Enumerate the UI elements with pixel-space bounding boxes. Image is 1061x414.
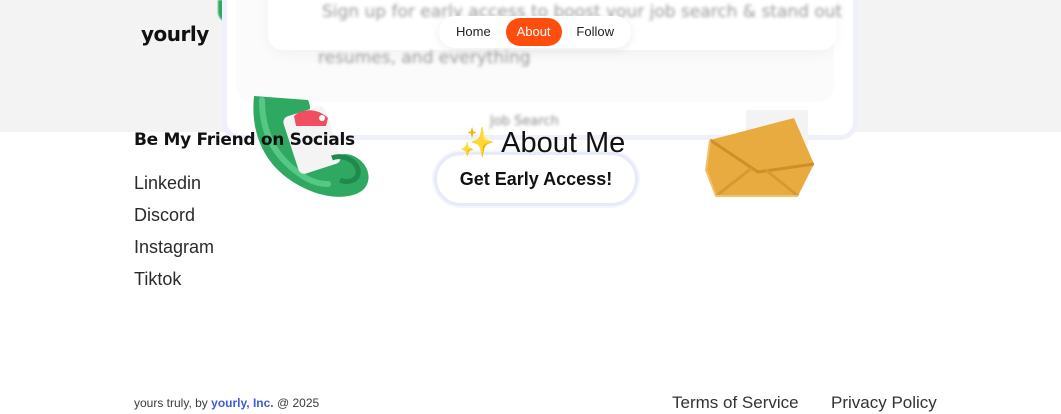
envelope-illustration [704, 110, 815, 198]
background-text: resumes, and everything [318, 48, 531, 68]
get-early-access-button[interactable]: Get Early Access! [434, 152, 638, 206]
footer-prefix: yours truly, by [134, 396, 208, 410]
terms-of-service-link[interactable]: Terms of Service [672, 393, 799, 413]
top-nav: Home About Follow [439, 16, 631, 48]
social-link-linkedin[interactable]: Linkedin [134, 173, 201, 194]
social-link-instagram[interactable]: Instagram [134, 237, 214, 258]
footer-brand-link[interactable]: yourly, Inc. [211, 396, 273, 410]
about-title-text: About Me [501, 127, 626, 159]
privacy-policy-link[interactable]: Privacy Policy [831, 393, 937, 413]
social-link-tiktok[interactable]: Tiktok [134, 269, 181, 290]
logo[interactable]: yourly [141, 22, 209, 46]
footer-suffix: @ 2025 [276, 396, 320, 410]
socials-heading: Be My Friend on Socials [134, 130, 355, 150]
nav-about[interactable]: About [505, 18, 562, 46]
sparkles-icon: ✨ [459, 127, 496, 159]
social-link-discord[interactable]: Discord [134, 205, 195, 226]
about-heading: ✨ About Me [459, 126, 625, 160]
nav-follow[interactable]: Follow [565, 18, 625, 46]
nav-home[interactable]: Home [445, 18, 502, 46]
footer-credit: yours truly, by yourly, Inc. @ 2025 [134, 396, 319, 410]
